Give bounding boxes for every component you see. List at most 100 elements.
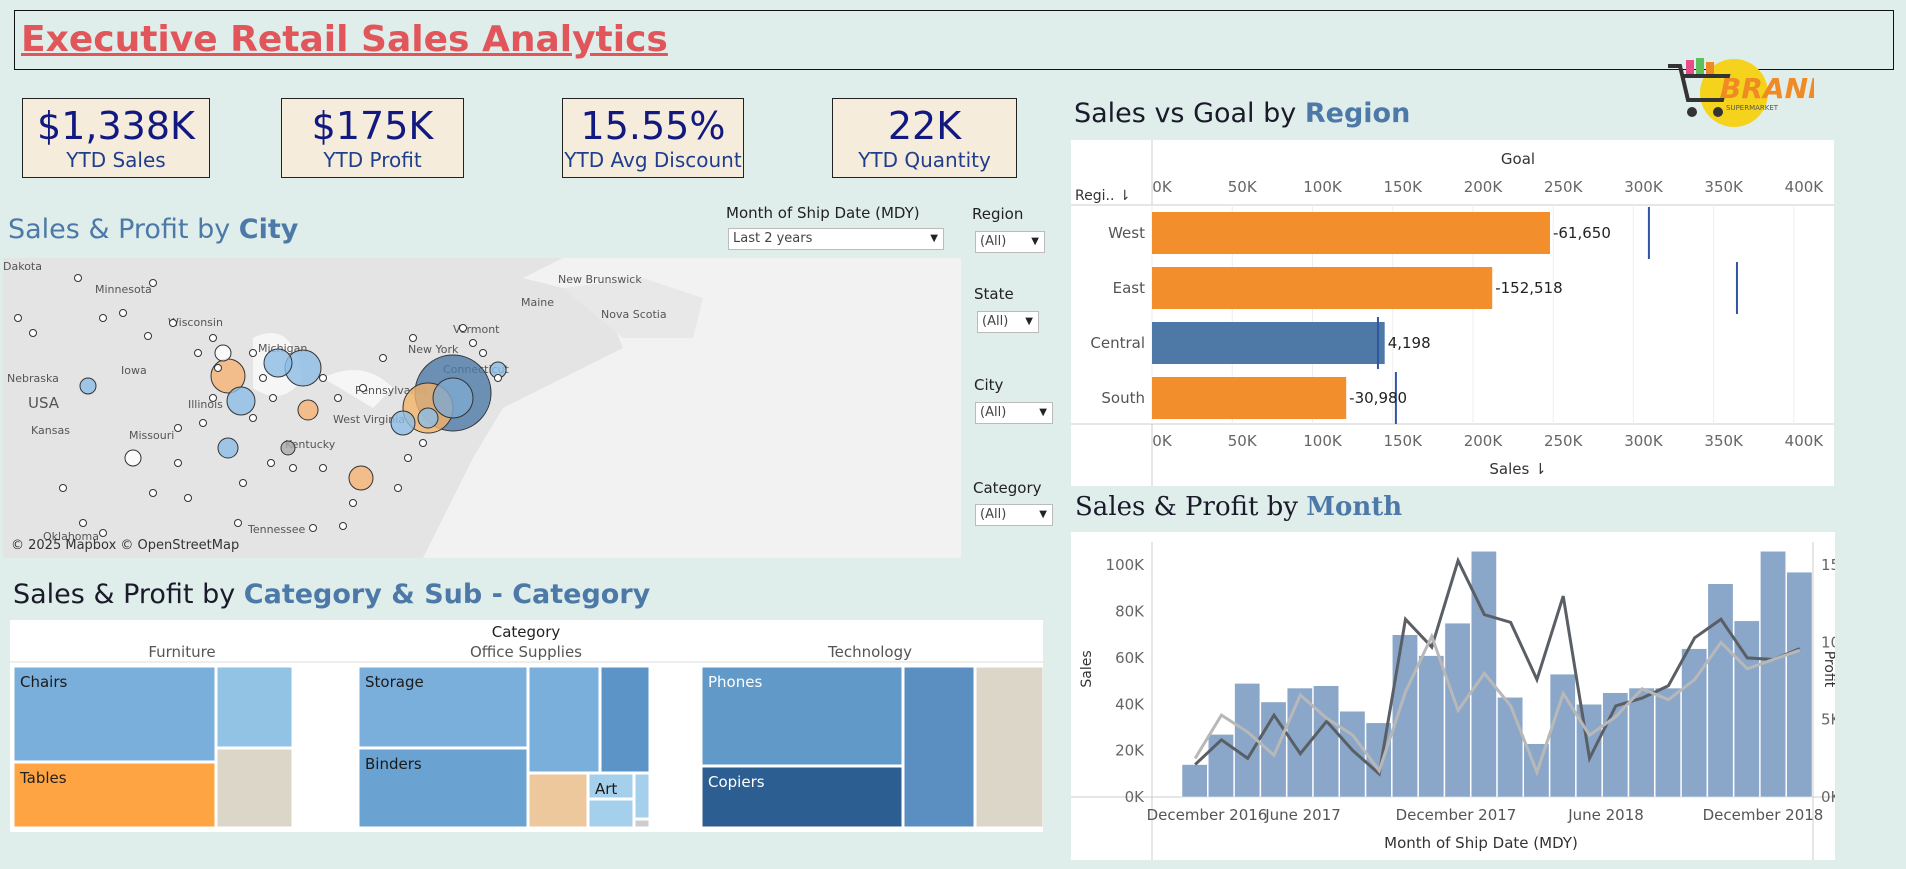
section-title-region: Sales vs Goal by Region (1074, 98, 1410, 129)
treemap-cell (634, 819, 650, 828)
tick-label-bottom: 250K (1544, 432, 1584, 450)
kpi-ytd-profit: $175K YTD Profit (281, 98, 464, 178)
map-canvas[interactable]: DakotaMinnesotaWisconsinMichiganIowaIlli… (3, 258, 961, 558)
city-bubble (199, 419, 207, 427)
tick-label-top: 250K (1544, 178, 1584, 196)
caret-down-icon: ▼ (1031, 236, 1039, 247)
sales-axis-title: Sales ⇂ (1489, 460, 1546, 478)
month-sales-bar (1681, 648, 1708, 798)
dashboard-title: Executive Retail Sales Analytics (21, 19, 668, 60)
section-title-prefix: Sales & Profit by (1075, 492, 1307, 522)
city-bubble (209, 334, 217, 342)
title-banner: Executive Retail Sales Analytics (14, 10, 1894, 70)
ship-date-filter[interactable]: Last 2 years ▼ (728, 228, 944, 250)
map-label: Maine (521, 296, 554, 309)
filter-label-category: Category (973, 479, 1042, 497)
city-bubble (99, 314, 107, 322)
kpi-value: 22K (887, 104, 962, 148)
treemap-cell (588, 799, 634, 828)
city-map[interactable]: Dakota Minnesota Wisconsin Michigan Iowa Illi… (3, 258, 961, 558)
y-tick-label: 0K (1125, 788, 1146, 806)
city-filter[interactable]: (All) ▼ (975, 402, 1053, 424)
city-bubble (390, 410, 416, 436)
y2-tick-label: 0K (1821, 788, 1835, 806)
filter-value: (All) (980, 507, 1007, 522)
profit-axis-title: Profit (1821, 651, 1835, 688)
brand-logo: BRAND SUPERMARKET (1668, 58, 1814, 127)
kpi-label: YTD Sales (66, 148, 166, 172)
city-bubble (469, 339, 477, 347)
city-bubble (74, 274, 82, 282)
region-bar (1152, 377, 1347, 419)
month-chart-panel: 0K 20K 40K 60K 80K 100K 0K 5K 10K 15K Sales Profit D… (1071, 532, 1851, 860)
caret-down-icon: ▼ (1025, 316, 1033, 327)
map-label: Nova Scotia (601, 308, 667, 321)
city-bubble (174, 459, 182, 467)
tick-label-bottom: 50K (1228, 432, 1258, 450)
city-bubble (319, 374, 327, 382)
section-title-highlight: City (238, 214, 299, 245)
city-bubble (409, 334, 417, 342)
x-tick-label: June 2018 (1567, 806, 1644, 824)
city-bubble (119, 309, 127, 317)
kpi-label: YTD Profit (323, 148, 422, 172)
month-sales-bar (1733, 620, 1760, 798)
filter-label-city: City (974, 376, 1004, 394)
state-filter[interactable]: (All) ▼ (977, 311, 1039, 333)
treemap-cell-label: Art (595, 780, 617, 798)
city-bubble (459, 324, 467, 332)
filter-value: (All) (980, 234, 1007, 249)
city-bubble (184, 494, 192, 502)
city-bubble (339, 522, 347, 530)
treemap-category-label: Office Supplies (470, 643, 582, 661)
variance-label: 4,198 (1388, 334, 1431, 352)
city-bubble (79, 377, 97, 395)
city-bubble (349, 499, 357, 507)
region-axis-title: Regi.. ⇂ (1075, 188, 1131, 204)
map-label: New Brunswick (558, 273, 642, 286)
tick-label-bottom: 150K (1383, 432, 1423, 450)
tick-label-bottom: 200K (1464, 432, 1504, 450)
month-sales-bar (1313, 685, 1339, 798)
tick-label-top: 0K (1152, 178, 1173, 196)
city-bubble (79, 519, 87, 527)
month-sales-bar (1208, 734, 1234, 798)
region-filter[interactable]: (All) ▼ (975, 231, 1045, 253)
city-bubble (194, 349, 202, 357)
section-title-highlight: Month (1306, 492, 1403, 522)
treemap-cell (528, 773, 588, 828)
city-bubble (267, 459, 275, 467)
kpi-label: YTD Avg Discount (564, 148, 742, 172)
section-title-category: Sales & Profit by Category & Sub - Categ… (13, 579, 650, 610)
variance-label: -30,980 (1349, 389, 1407, 407)
region-bar (1152, 322, 1385, 364)
city-bubble (214, 344, 232, 362)
city-bubble (249, 414, 257, 422)
city-bubble (432, 377, 474, 419)
logo-sub-text: SUPERMARKET (1726, 104, 1779, 112)
month-axis-title: Month of Ship Date (MDY) (1384, 834, 1578, 852)
city-bubble (14, 314, 22, 322)
tick-label-bottom: 100K (1303, 432, 1343, 450)
treemap-cell (903, 666, 975, 828)
map-label: Nebraska (7, 372, 59, 385)
month-sales-bar (1181, 764, 1208, 798)
category-filter[interactable]: (All) ▼ (975, 504, 1053, 526)
month-sales-bar (1707, 583, 1734, 798)
map-label: Dakota (3, 260, 42, 273)
filter-value: (All) (982, 314, 1009, 329)
city-bubble (494, 374, 502, 382)
treemap-category-label: Technology (827, 643, 912, 661)
section-title-prefix: Sales & Profit by (13, 579, 244, 610)
treemap-cell-label: Binders (365, 755, 422, 773)
kpi-value: $1,338K (37, 104, 195, 148)
city-bubble (124, 449, 142, 467)
month-sales-bar (1786, 571, 1813, 798)
tick-label-bottom: 0K (1152, 432, 1173, 450)
city-bubble (348, 465, 374, 491)
map-label: Iowa (121, 364, 147, 377)
kpi-ytd-quantity: 22K YTD Quantity (832, 98, 1017, 178)
treemap-category-label: Furniture (148, 643, 215, 661)
filter-value: Last 2 years (733, 231, 813, 246)
city-bubble (319, 464, 327, 472)
